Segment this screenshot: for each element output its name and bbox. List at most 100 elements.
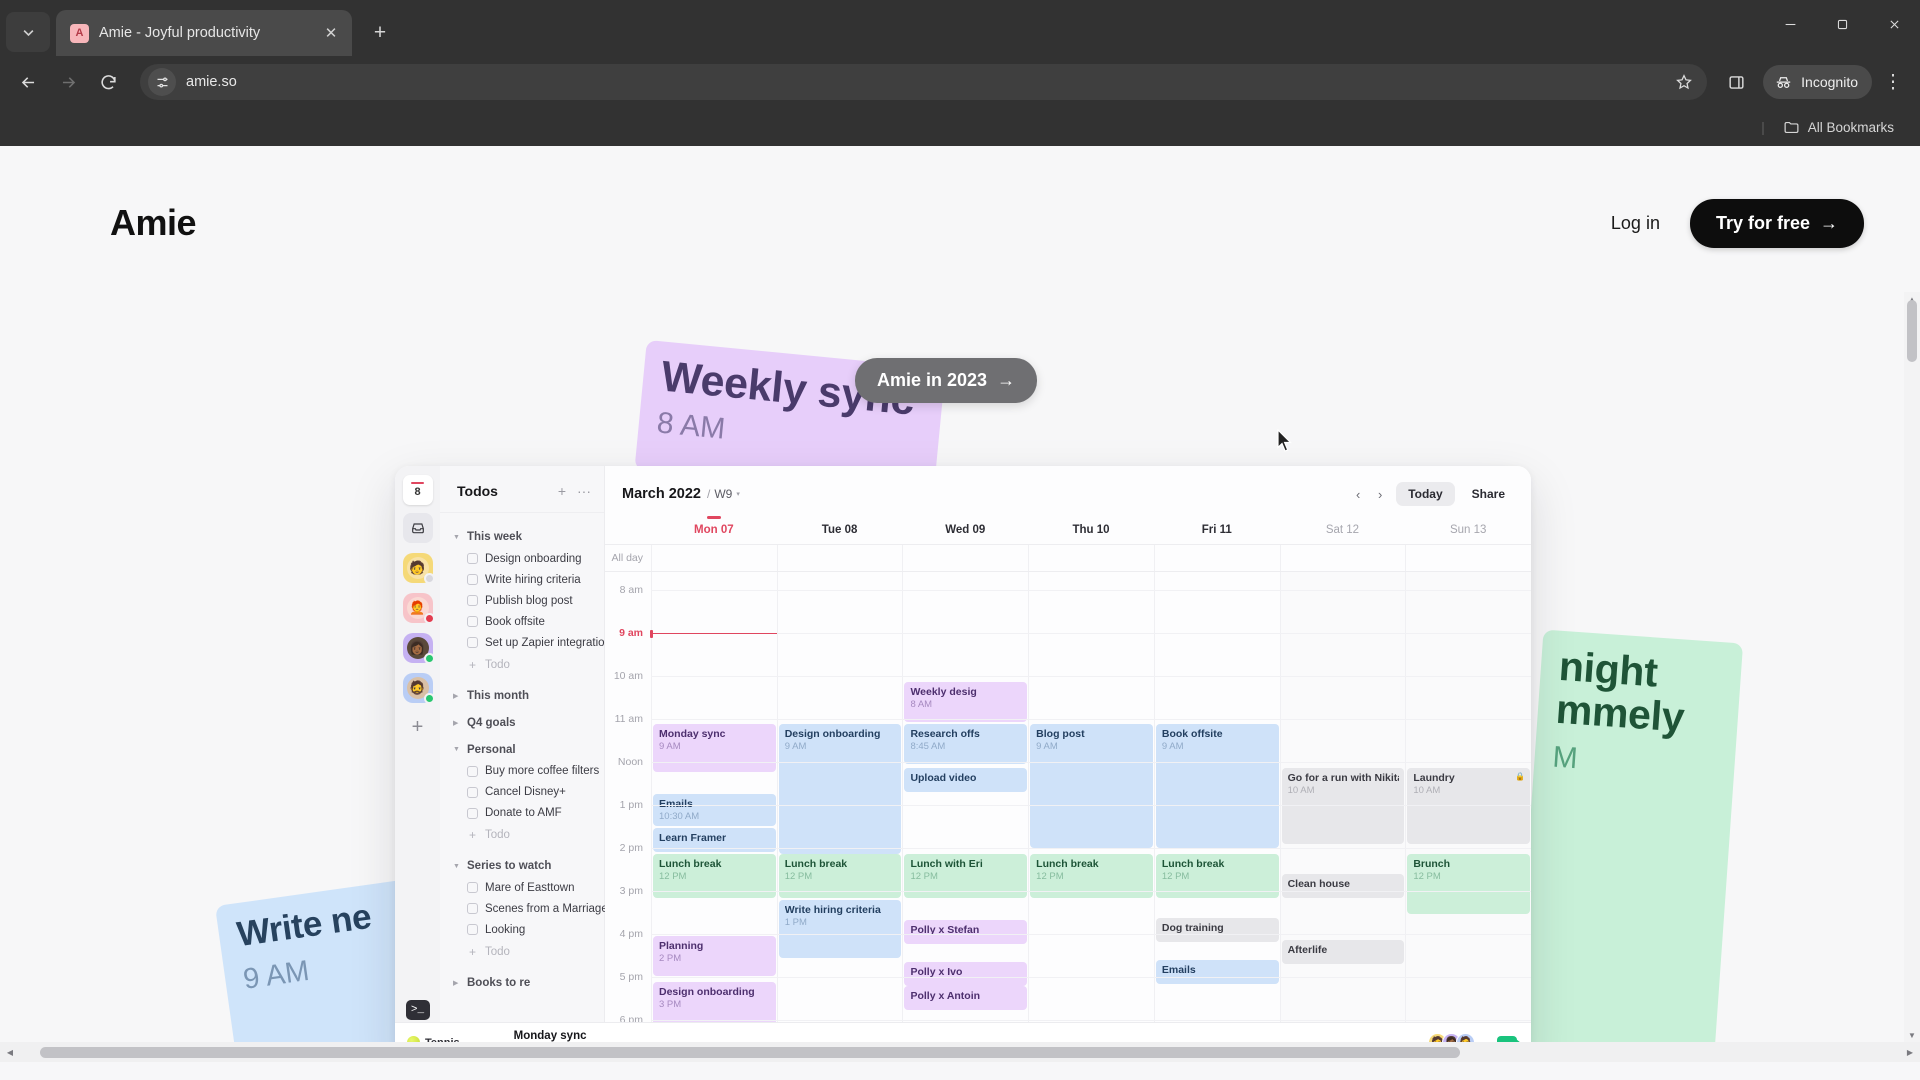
todo-item[interactable]: Publish blog post — [453, 590, 594, 611]
todo-item[interactable]: Design onboarding — [453, 548, 594, 569]
chevron-down-icon[interactable]: ▼ — [453, 534, 461, 541]
todo-checkbox[interactable] — [467, 765, 478, 777]
day-header-3[interactable]: Thu 10 — [1028, 516, 1154, 544]
todo-checkbox[interactable] — [467, 595, 478, 606]
calendar-week-label[interactable]: W9 — [714, 487, 732, 501]
calendar-event[interactable]: Design onboarding 9 AM — [778, 723, 902, 854]
calendar-event[interactable]: Dog training — [1155, 917, 1279, 942]
todo-item[interactable]: Cancel Disney+ — [453, 782, 594, 803]
all-day-cell-0[interactable] — [651, 544, 777, 571]
add-todo-row[interactable]: + Todo — [453, 653, 594, 680]
day-column-3[interactable]: Blog post 9 AM Lunch break 12 PM — [1028, 571, 1154, 1062]
day-column-0[interactable]: Monday sync 9 AM Emails 10:30 AM Learn Frame… — [650, 571, 777, 1062]
calendar-event[interactable]: Laundry 10 AM 🔒 — [1407, 767, 1531, 844]
calendar-event[interactable]: Design onboarding 3 PM — [653, 981, 776, 1028]
all-day-cell-5[interactable] — [1279, 544, 1406, 571]
browser-menu-icon[interactable]: ⋮ — [1876, 64, 1910, 100]
todo-checkbox[interactable] — [467, 924, 478, 935]
chevron-down-icon[interactable]: ▼ — [453, 746, 461, 753]
bookmark-star-icon[interactable] — [1669, 67, 1699, 97]
all-day-cell-4[interactable] — [1153, 544, 1280, 571]
chevron-right-icon[interactable]: ▶ — [453, 719, 461, 727]
calendar-event[interactable]: Go for a run with Nikita 10 AM — [1281, 767, 1405, 844]
day-header-4[interactable]: Fri 11 — [1154, 516, 1280, 544]
calendar-event[interactable]: Emails — [1155, 959, 1279, 984]
close-icon[interactable] — [1868, 0, 1920, 48]
chevron-down-icon[interactable]: ▼ — [453, 863, 461, 870]
day-header-0[interactable]: Mon 07 — [651, 516, 777, 544]
add-todo-row[interactable]: + Todo — [453, 824, 594, 851]
new-tab-button[interactable]: + — [364, 17, 396, 49]
day-column-5[interactable]: Go for a run with Nikita 10 AM Clean house… — [1279, 571, 1406, 1062]
todo-item[interactable]: Mare of Easttown — [453, 877, 594, 898]
day-header-5[interactable]: Sat 12 — [1280, 516, 1406, 544]
day-column-4[interactable]: Book offsite 9 AM Lunch break 12 PM Dog trai… — [1153, 571, 1280, 1062]
minimize-icon[interactable] — [1764, 0, 1816, 48]
all-day-cell-6[interactable] — [1405, 544, 1531, 571]
calendar-event[interactable]: Upload video — [904, 767, 1028, 792]
close-tab-icon[interactable]: ✕ — [320, 22, 342, 44]
chevron-down-icon[interactable]: ▾ — [736, 490, 740, 498]
calendar-event[interactable]: Book offsite 9 AM — [1155, 723, 1279, 848]
scroll-left-icon[interactable]: ◀ — [0, 1048, 20, 1057]
todo-checkbox[interactable] — [467, 574, 478, 585]
share-button[interactable]: Share — [1460, 482, 1517, 506]
todo-checkbox[interactable] — [467, 616, 478, 627]
todo-item[interactable]: Donate to AMF — [453, 803, 594, 824]
calendar-event[interactable]: Polly x Ivo — [904, 961, 1028, 986]
amie-in-2023-button[interactable]: Amie in 2023 → — [855, 358, 1038, 403]
todo-checkbox[interactable] — [467, 553, 478, 564]
scroll-down-icon[interactable]: ▼ — [1904, 1028, 1920, 1042]
calendar-event[interactable]: Weekly desig 8 AM — [904, 681, 1028, 722]
horizontal-scrollbar-thumb[interactable] — [40, 1046, 1460, 1058]
todo-group-header[interactable]: ▼ This week — [453, 525, 594, 548]
day-column-1[interactable]: Design onboarding 9 AM Lunch break 12 PM Wri… — [776, 571, 903, 1062]
todo-checkbox[interactable] — [467, 903, 478, 914]
add-todo-row[interactable]: + Todo — [453, 940, 594, 967]
todo-group-header[interactable]: ▼ Personal — [453, 738, 594, 761]
today-button[interactable]: Today — [1396, 482, 1455, 506]
avatar[interactable]: 🧔 — [402, 673, 435, 704]
calendar-event[interactable]: Brunch 12 PM — [1407, 853, 1531, 914]
todo-item[interactable]: Scenes from a Marriage — [453, 898, 608, 919]
avatar[interactable]: 🧑 — [402, 553, 435, 584]
day-column-6[interactable]: Laundry10 AM🔒Brunch12 PMGrocery shop5 PM — [1405, 571, 1531, 1062]
calendar-event[interactable]: Polly x Antoin — [904, 985, 1028, 1010]
todo-item[interactable]: Set up Zapier integration — [453, 632, 611, 653]
side-panel-icon[interactable] — [1717, 64, 1755, 100]
todo-group-header[interactable]: ▶ This month — [453, 684, 594, 707]
horizontal-scrollbar[interactable]: ◀ ▶ — [0, 1042, 1920, 1062]
todo-group-header[interactable]: ▶ Books to re — [453, 971, 594, 994]
calendar-event[interactable]: Polly x Stefan — [904, 919, 1028, 944]
vertical-scrollbar-thumb[interactable] — [1907, 300, 1917, 362]
vertical-scrollbar[interactable]: ▲ ▼ — [1904, 292, 1920, 1042]
calendar-event[interactable]: Clean house — [1281, 873, 1405, 898]
calendar-icon[interactable]: 8 — [402, 475, 433, 505]
login-link[interactable]: Log in — [1611, 213, 1660, 234]
maximize-icon[interactable] — [1816, 0, 1868, 48]
calendar-event[interactable]: Research offs 8:45 AM — [904, 723, 1028, 764]
all-bookmarks-button[interactable]: All Bookmarks — [1775, 115, 1902, 140]
day-column-2[interactable]: Weekly desig 8 AM Research offs 8:45 AM Uplo… — [902, 571, 1028, 1062]
browser-tab[interactable]: A Amie - Joyful productivity ✕ — [56, 10, 352, 56]
todo-item[interactable]: Buy more coffee filters — [453, 761, 599, 782]
back-icon[interactable] — [10, 64, 46, 100]
scroll-right-icon[interactable]: ▶ — [1900, 1048, 1920, 1057]
day-header-1[interactable]: Tue 08 — [777, 516, 903, 544]
all-day-cell-1[interactable] — [776, 544, 903, 571]
try-for-free-button[interactable]: Try for free → — [1689, 198, 1864, 248]
todo-checkbox[interactable] — [467, 637, 478, 648]
avatar[interactable]: 👩🏾 — [402, 633, 435, 664]
todo-group-header[interactable]: ▶ Q4 goals — [453, 711, 594, 734]
todos-more-icon[interactable]: ··· — [577, 484, 591, 498]
prev-week-button[interactable]: ‹ — [1347, 483, 1369, 505]
site-settings-icon[interactable] — [148, 68, 176, 96]
calendar-event[interactable]: Afterlife — [1281, 939, 1405, 964]
forward-icon[interactable] — [50, 64, 86, 100]
todo-checkbox[interactable] — [467, 807, 478, 819]
address-bar[interactable]: amie.so — [140, 64, 1708, 100]
calendar-event[interactable]: Planning 2 PM — [653, 935, 776, 976]
chevron-right-icon[interactable]: ▶ — [453, 979, 461, 987]
add-todo-icon[interactable]: + — [558, 484, 566, 498]
todo-item[interactable]: Write hiring criteria — [453, 569, 594, 590]
